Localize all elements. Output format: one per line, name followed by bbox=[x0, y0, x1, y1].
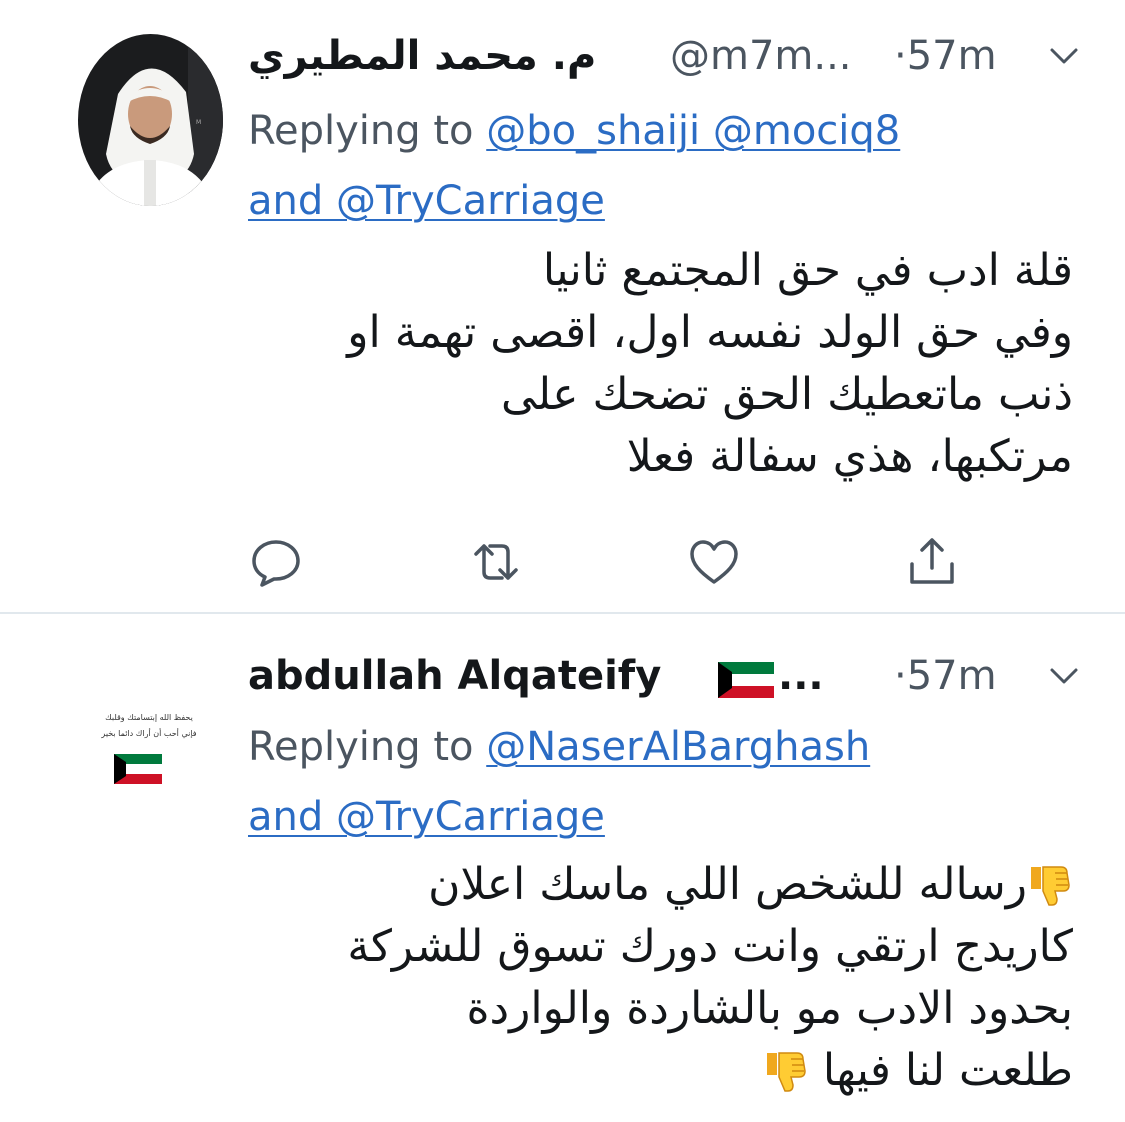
replying-prefix: Replying to bbox=[248, 724, 474, 770]
share-icon[interactable] bbox=[904, 534, 960, 590]
tweet-text-line: مرتكبها، هذي سفالة فعلا bbox=[626, 431, 1073, 482]
chevron-down-icon[interactable] bbox=[1048, 40, 1080, 72]
timestamp[interactable]: ·57m bbox=[894, 646, 997, 706]
avatar-photo: M bbox=[78, 34, 223, 206]
tweet-text-line: رساله للشخص اللي ماسك اعلان bbox=[243, 854, 1073, 916]
reply-and-link[interactable]: and @TryCarriage bbox=[248, 178, 605, 224]
display-name[interactable]: م. محمد المطيري bbox=[248, 26, 596, 86]
avatar[interactable]: يحفظ الله إبتسامتك وقلبك فإني أحب أن أرا… bbox=[62, 650, 236, 818]
tweet-text-line: بحدود الادب مو بالشاردة والواردة bbox=[466, 983, 1073, 1034]
tweet-text-line: قلة ادب في حق المجتمع ثانيا bbox=[542, 245, 1073, 296]
tweet-text-line-text: طلعت لنا فيها bbox=[822, 1045, 1073, 1096]
tweet-text: رساله للشخص اللي ماسك اعلان كاريدج ارتقي… bbox=[243, 854, 1073, 1102]
tweet-text-line: ذنب ماتعطيك الحق تضحك على bbox=[501, 369, 1073, 420]
thumbs-down-icon bbox=[766, 1052, 806, 1092]
kuwait-flag-icon bbox=[114, 754, 162, 784]
handle[interactable]: ... bbox=[778, 646, 824, 706]
kuwait-flag-icon bbox=[718, 662, 774, 698]
tweet-header: م. محمد المطيري @m7m... ·57m bbox=[248, 26, 1108, 86]
avatar-image: يحفظ الله إبتسامتك وقلبك فإني أحب أن أرا… bbox=[62, 650, 236, 818]
avatar-caption-line: يحفظ الله إبتسامتك وقلبك bbox=[105, 713, 193, 723]
display-name[interactable]: abdullah Alqateify bbox=[248, 646, 661, 706]
timestamp[interactable]: ·57m bbox=[894, 26, 997, 86]
handle[interactable]: @m7m... bbox=[670, 26, 852, 86]
avatar-caption-line: فإني أحب أن أراك دائما بخير bbox=[100, 728, 196, 739]
tweet-text-line-text: رساله للشخص اللي ماسك اعلان bbox=[428, 859, 1027, 910]
reply-and-link[interactable]: and @TryCarriage bbox=[248, 794, 605, 840]
like-icon[interactable] bbox=[686, 534, 742, 590]
reply-mentions-link[interactable]: @NaserAlBarghash bbox=[486, 724, 870, 770]
replying-to: Replying to @bo_shaiji @mociq8 and @TryC… bbox=[248, 96, 1108, 236]
tweet-actions bbox=[248, 534, 1008, 590]
reply-mentions-link[interactable]: @bo_shaiji @mociq8 bbox=[486, 108, 900, 154]
reply-icon[interactable] bbox=[248, 534, 304, 590]
chevron-down-icon[interactable] bbox=[1048, 660, 1080, 692]
tweet-1[interactable]: M م. محمد المطيري @m7m... ·57m Replying … bbox=[0, 0, 1125, 613]
retweet-icon[interactable] bbox=[468, 534, 524, 590]
replying-prefix: Replying to bbox=[248, 108, 474, 154]
replying-to: Replying to @NaserAlBarghash and @TryCar… bbox=[248, 712, 1108, 852]
tweet-text-line: طلعت لنا فيها bbox=[243, 1040, 1073, 1102]
tweet-header: abdullah Alqateify ... ·57m bbox=[248, 646, 1108, 706]
tweet-text: قلة ادب في حق المجتمع ثانيا وفي حق الولد… bbox=[243, 240, 1073, 488]
tweet-2[interactable]: يحفظ الله إبتسامتك وقلبك فإني أحب أن أرا… bbox=[0, 614, 1125, 1122]
avatar[interactable]: M bbox=[78, 34, 223, 206]
svg-text:M: M bbox=[196, 119, 201, 126]
tweet-text-line: كاريدج ارتقي وانت دورك تسوق للشركة bbox=[347, 921, 1073, 972]
thumbs-down-icon bbox=[1031, 866, 1070, 906]
tweet-text-line: وفي حق الولد نفسه اول، اقصى تهمة او bbox=[347, 307, 1073, 358]
